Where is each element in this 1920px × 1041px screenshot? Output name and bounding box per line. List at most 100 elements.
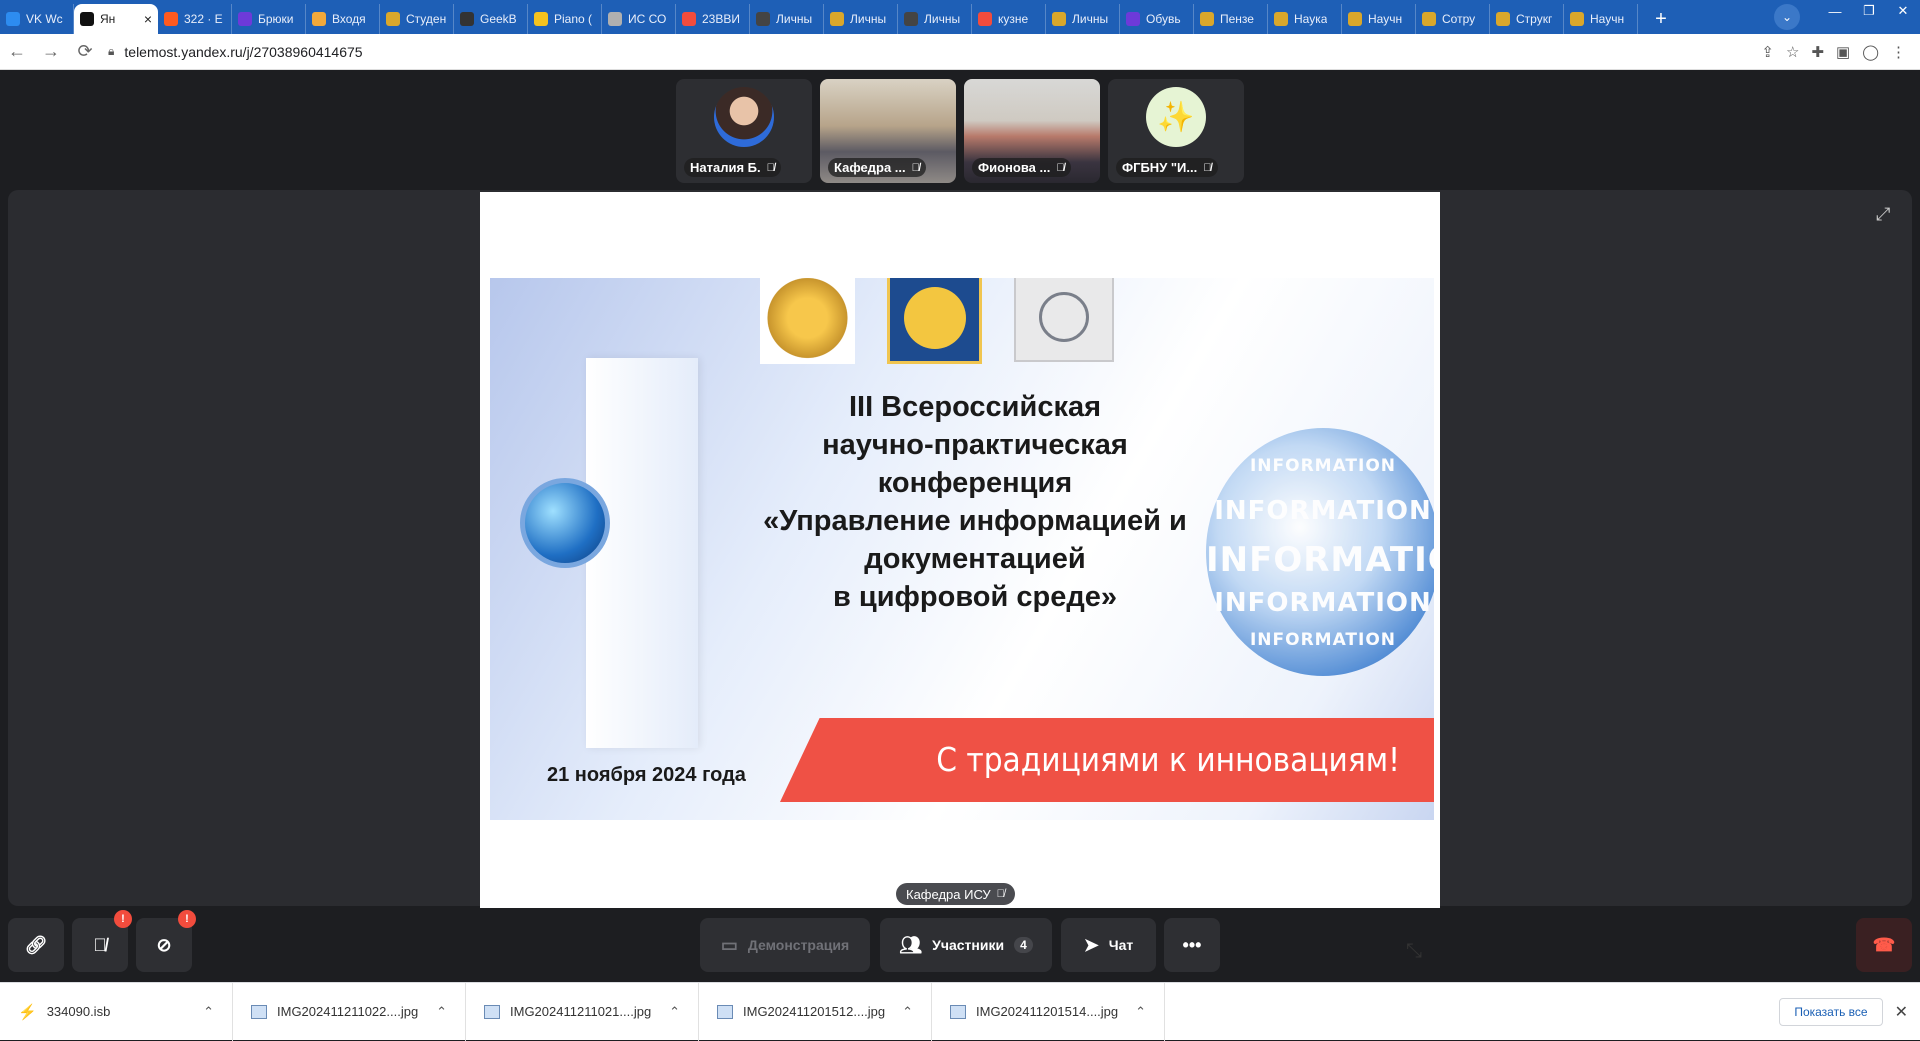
- browser-tab[interactable]: Piano (: [528, 4, 602, 34]
- chevron-up-icon[interactable]: ⌃: [669, 1004, 680, 1020]
- screen-share-button[interactable]: ▭ Демонстрация: [700, 918, 870, 972]
- share-icon[interactable]: ⇪: [1761, 43, 1774, 61]
- reload-icon[interactable]: ⟳: [68, 35, 102, 69]
- tab-title: Пензе: [1220, 12, 1254, 26]
- tab-title: Студен: [406, 12, 447, 26]
- chevron-up-icon[interactable]: ⌃: [902, 1004, 913, 1020]
- slogan-banner: С традициями к инновациям!: [780, 718, 1434, 802]
- shared-screen-slide: INFORMATION INFORMATION INFORMATION INFO…: [480, 192, 1440, 908]
- tab-title: Струкг: [1516, 12, 1553, 26]
- participant-tile[interactable]: Фионова ... 🎙̸: [964, 79, 1100, 183]
- back-icon[interactable]: ←: [0, 35, 34, 69]
- participants-count: 4: [1014, 937, 1033, 953]
- speaker-name: Кафедра ИСУ: [906, 886, 991, 902]
- browser-tab[interactable]: Личны: [824, 4, 898, 34]
- download-filename: IMG202411201512....jpg: [743, 1004, 886, 1019]
- show-all-downloads-button[interactable]: Показать все: [1779, 997, 1883, 1026]
- participant-name: ФГБНУ "И...: [1122, 160, 1198, 175]
- book-graphic: [586, 358, 698, 748]
- browser-tab[interactable]: Личны: [1046, 4, 1120, 34]
- download-filename: IMG202411211021....jpg: [510, 1004, 652, 1019]
- tab-favicon-icon: [1274, 12, 1288, 26]
- title-line: «Управление информацией и: [763, 505, 1187, 537]
- participant-tile[interactable]: ✨ ФГБНУ "И... 🎙̸: [1108, 79, 1244, 183]
- copy-link-button[interactable]: 🔗︎: [8, 918, 64, 972]
- download-item[interactable]: IMG202411201514....jpg ⌃: [932, 982, 1165, 1041]
- browser-tab[interactable]: Ян ×: [74, 4, 158, 34]
- tab-favicon-icon: [608, 12, 622, 26]
- forward-icon[interactable]: →: [34, 35, 68, 69]
- title-line: конференция: [877, 467, 1073, 499]
- slide-title: III Всероссийская научно-практическая ко…: [720, 388, 1230, 616]
- browser-tab[interactable]: Струкг: [1490, 4, 1564, 34]
- sidepanel-icon[interactable]: ▣: [1836, 43, 1850, 61]
- restore-icon[interactable]: ❐: [1852, 0, 1886, 22]
- browser-tab[interactable]: GeekB: [454, 4, 528, 34]
- new-tab-button[interactable]: +: [1646, 4, 1676, 34]
- participant-tile[interactable]: Кафедра ... 🎙̸: [820, 79, 956, 183]
- image-file-icon: [950, 1004, 966, 1019]
- star-icon[interactable]: ☆: [1786, 43, 1799, 61]
- browser-tab[interactable]: кузне: [972, 4, 1046, 34]
- mic-off-icon: 🎙̸: [766, 161, 775, 174]
- menu-icon[interactable]: ⋮: [1891, 43, 1906, 61]
- download-filename: 334090.isb: [46, 1004, 111, 1019]
- tab-favicon-icon: [1348, 12, 1362, 26]
- participant-tile[interactable]: Наталия Б. 🎙̸: [676, 79, 812, 183]
- participant-name: Фионова ...: [978, 160, 1051, 175]
- address-bar: ← → ⟳ 🔒︎ telemost.yandex.ru/j/2703896041…: [0, 34, 1920, 70]
- minimize-icon[interactable]: —: [1818, 0, 1852, 22]
- download-item[interactable]: IMG202411211022....jpg ⌃: [233, 982, 466, 1041]
- extensions-icon[interactable]: ✚: [1811, 43, 1824, 61]
- slide-content: INFORMATION INFORMATION INFORMATION INFO…: [490, 278, 1434, 820]
- close-window-icon[interactable]: ✕: [1886, 0, 1920, 22]
- browser-tab[interactable]: Обувь: [1120, 4, 1194, 34]
- tab-search-chevron-icon[interactable]: ⌄: [1774, 4, 1800, 30]
- close-tab-icon[interactable]: ×: [144, 11, 152, 27]
- browser-tab[interactable]: Входя: [306, 4, 380, 34]
- sphere-word: INFORMATION: [1214, 588, 1432, 618]
- close-downloads-icon[interactable]: ✕: [1895, 1002, 1908, 1022]
- browser-tab[interactable]: Брюки: [232, 4, 306, 34]
- download-item[interactable]: IMG202411211021....jpg ⌃: [466, 982, 699, 1041]
- tab-title: GeekB: [480, 12, 517, 26]
- sphere-word: INFORMATION: [1206, 540, 1434, 580]
- chevron-up-icon[interactable]: ⌃: [203, 1004, 214, 1020]
- browser-tab[interactable]: Пензе: [1194, 4, 1268, 34]
- browser-tab[interactable]: Научн: [1342, 4, 1416, 34]
- chevron-up-icon[interactable]: ⌃: [436, 1004, 447, 1020]
- tab-title: Piano (: [554, 12, 593, 26]
- browser-tab[interactable]: Наука: [1268, 4, 1342, 34]
- browser-tab[interactable]: Сотру: [1416, 4, 1490, 34]
- browser-tab[interactable]: 322 · Е: [158, 4, 232, 34]
- fullscreen-icon[interactable]: ⤢: [1876, 204, 1890, 225]
- more-button[interactable]: •••: [1164, 918, 1220, 972]
- participants-button[interactable]: 👥︎ Участники 4: [880, 918, 1052, 972]
- browser-tab[interactable]: Личны: [750, 4, 824, 34]
- download-item[interactable]: ⚡ 334090.isb ⌃: [0, 982, 233, 1041]
- tab-title: Личны: [1072, 12, 1109, 26]
- button-label: Чат: [1108, 937, 1134, 953]
- mic-toggle-button[interactable]: 🎙̸!: [72, 910, 132, 972]
- profile-icon[interactable]: ◯: [1862, 43, 1879, 61]
- browser-tab[interactable]: 23ВВИ: [676, 4, 750, 34]
- browser-tab[interactable]: Научн: [1564, 4, 1638, 34]
- more-dots-icon: •••: [1182, 934, 1202, 955]
- camera-toggle-button[interactable]: ⊘!: [136, 910, 196, 972]
- tab-favicon-icon: [1200, 12, 1214, 26]
- browser-tab[interactable]: VK Wc: [0, 4, 74, 34]
- chevron-up-icon[interactable]: ⌃: [1135, 1004, 1146, 1020]
- hang-up-button[interactable]: ☎︎: [1856, 918, 1912, 972]
- download-filename: IMG202411201514....jpg: [976, 1004, 1119, 1019]
- sphere-word: INFORMATION: [1214, 496, 1432, 526]
- browser-tab[interactable]: ИС СО: [602, 4, 676, 34]
- chat-button[interactable]: ➤ Чат: [1061, 918, 1156, 972]
- browser-tab[interactable]: Студен: [380, 4, 454, 34]
- tab-title: ИС СО: [628, 12, 667, 26]
- url-field[interactable]: 🔒︎ telemost.yandex.ru/j/27038960414675: [108, 38, 1761, 66]
- tab-favicon-icon: [312, 12, 326, 26]
- tab-title: Наука: [1294, 12, 1328, 26]
- tab-favicon-icon: [756, 12, 770, 26]
- browser-tab[interactable]: Личны: [898, 4, 972, 34]
- download-item[interactable]: IMG202411201512....jpg ⌃: [699, 982, 932, 1041]
